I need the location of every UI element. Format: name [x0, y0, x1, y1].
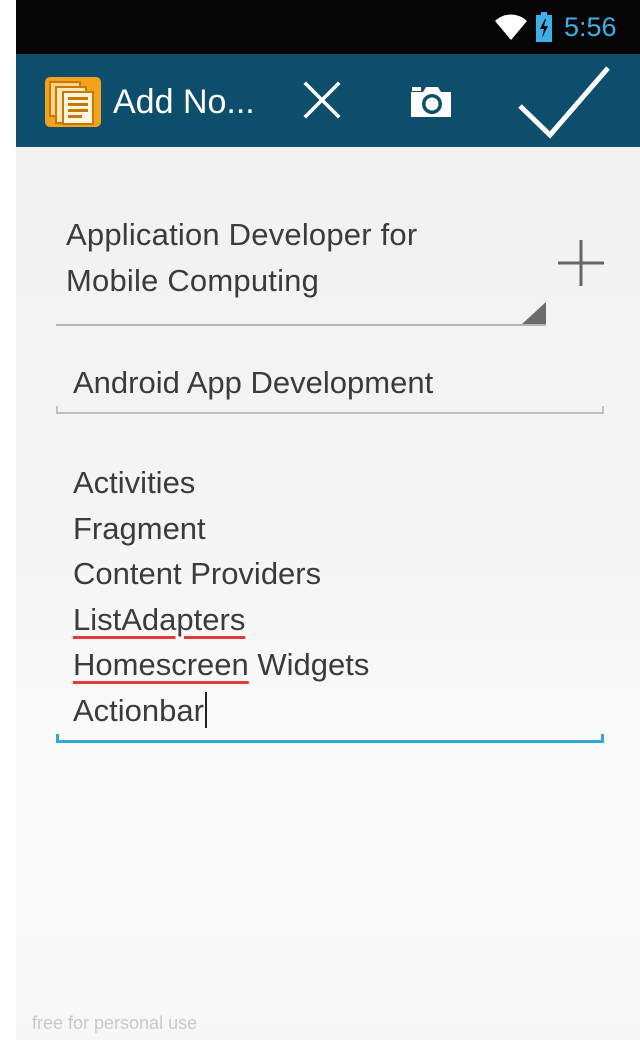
body-underline-tick-right	[601, 734, 604, 743]
plus-icon[interactable]	[556, 238, 606, 288]
category-spinner[interactable]: Application Developer for Mobile Computi…	[66, 212, 526, 304]
body-line: Actionbar	[73, 688, 369, 734]
screen-title: Add No...	[113, 83, 255, 121]
body-line-rest: Widgets	[248, 647, 370, 682]
app-notes-icon[interactable]	[44, 76, 102, 128]
body-line-last: Actionbar	[73, 692, 204, 728]
status-bar: 5:56	[16, 0, 640, 54]
note-body-text[interactable]: Activities Fragment Content Providers Li…	[73, 460, 369, 733]
battery-charging-icon	[536, 12, 552, 42]
spinner-dropdown-icon[interactable]	[522, 302, 546, 324]
wifi-icon	[495, 14, 527, 40]
body-focus-underline	[56, 740, 604, 743]
title-underline-tick-right	[602, 406, 604, 414]
body-underline-tick-left	[56, 734, 59, 743]
category-line-2: Mobile Computing	[66, 263, 320, 298]
checkmark-icon[interactable]	[516, 62, 612, 140]
text-cursor	[204, 691, 207, 728]
camera-icon[interactable]	[409, 84, 453, 118]
watermark-text: free for personal use	[32, 1013, 198, 1033]
spinner-underline	[56, 324, 546, 326]
title-underline	[56, 412, 604, 414]
action-bar: Add No...	[16, 54, 640, 147]
note-title-input[interactable]: Android App Development	[73, 360, 433, 406]
body-line: Activities	[73, 465, 196, 500]
app-screen: 5:56 Add No... Application Developer for…	[16, 0, 640, 1040]
note-title-field[interactable]: Android App Development	[56, 352, 604, 414]
misspelled-word[interactable]: Homescreen	[73, 647, 249, 682]
note-body-field[interactable]: Activities Fragment Content Providers Li…	[56, 460, 604, 743]
category-line-1: Application Developer for	[66, 217, 418, 252]
cancel-x-icon[interactable]	[302, 80, 342, 120]
body-line: Fragment	[73, 510, 206, 546]
title-underline-tick-left	[56, 406, 58, 414]
misspelled-word[interactable]: ListAdapters	[73, 602, 245, 637]
screen-edge	[0, 0, 16, 1040]
body-line: Content Providers	[73, 556, 322, 591]
body-line: Homescreen Widgets	[73, 642, 369, 688]
body-line: ListAdapters	[73, 597, 369, 643]
status-clock: 5:56	[564, 12, 617, 42]
